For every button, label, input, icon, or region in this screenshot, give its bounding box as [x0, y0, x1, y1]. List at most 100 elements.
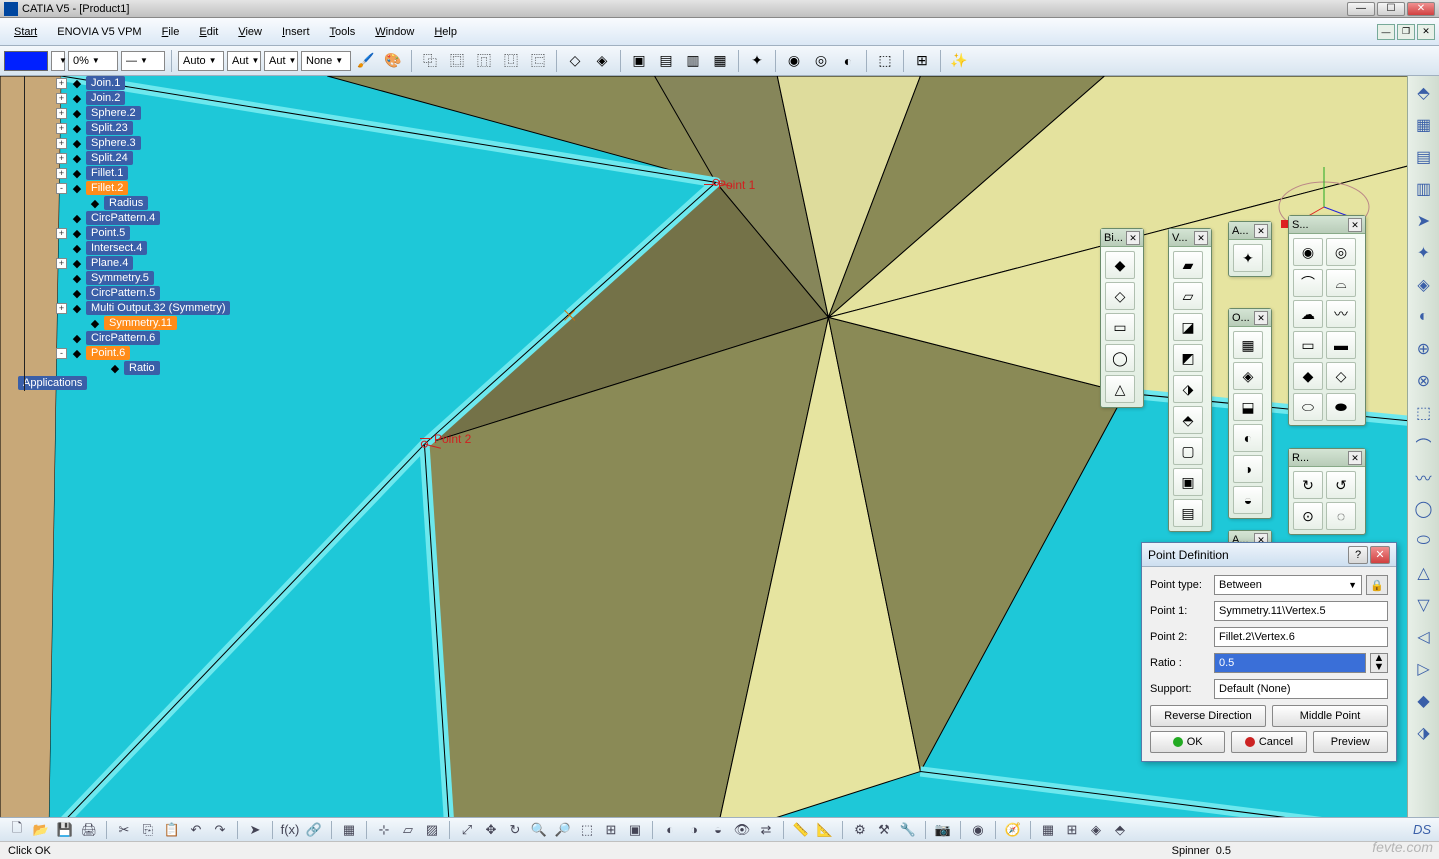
- tree-item-label[interactable]: Sphere.2: [86, 106, 141, 120]
- redo-icon[interactable]: ↷: [209, 820, 231, 840]
- tool-icon[interactable]: ◐: [1411, 304, 1437, 330]
- tree-node[interactable]: ◆Radius: [74, 196, 246, 210]
- cube-icon[interactable]: ▨: [421, 820, 443, 840]
- tree-item-label[interactable]: Plane.4: [86, 256, 133, 270]
- tool-icon[interactable]: ▦: [1411, 112, 1437, 138]
- doc-close-button[interactable]: ✕: [1417, 24, 1435, 40]
- none-dropdown[interactable]: None▼: [301, 51, 351, 71]
- analyze1-icon[interactable]: ⬚: [873, 49, 897, 73]
- tree-expand-icon[interactable]: +: [56, 93, 67, 104]
- tree-item-label[interactable]: Radius: [104, 196, 148, 210]
- point-definition-dialog[interactable]: Point Definition ? ✕ Point type: Between…: [1141, 542, 1397, 762]
- palette-v-close-icon[interactable]: ✕: [1194, 231, 1208, 245]
- brush-icon[interactable]: 🖌️: [354, 49, 378, 73]
- normal-view-icon[interactable]: ⬚: [576, 820, 598, 840]
- menu-file[interactable]: File: [152, 22, 190, 42]
- tool-icon[interactable]: 〰: [1411, 464, 1437, 490]
- palette-btn[interactable]: ⬓: [1233, 393, 1263, 421]
- explode-icon[interactable]: ✦: [745, 49, 769, 73]
- part4-icon[interactable]: ▦: [708, 49, 732, 73]
- pointer-icon[interactable]: ➤: [1411, 208, 1437, 234]
- link-icon[interactable]: 🔗: [303, 820, 325, 840]
- compass-icon[interactable]: 🧭: [1002, 820, 1024, 840]
- tool-icon[interactable]: ▤: [1411, 144, 1437, 170]
- new-icon[interactable]: 🗋: [6, 820, 28, 840]
- palette-s-close-icon[interactable]: ✕: [1348, 218, 1362, 232]
- point-type-select[interactable]: Between▼: [1214, 575, 1362, 595]
- analyze-icon[interactable]: ◈: [1085, 820, 1107, 840]
- tree-expand-icon[interactable]: +: [56, 78, 67, 89]
- palette-r-close-icon[interactable]: ✕: [1348, 451, 1362, 465]
- tree-item-label[interactable]: Fillet.1: [86, 166, 128, 180]
- palette-btn[interactable]: ⌒: [1293, 269, 1323, 297]
- cut-icon[interactable]: ✂: [113, 820, 135, 840]
- weld3-icon[interactable]: 🔧: [897, 820, 919, 840]
- palette-btn[interactable]: 〰: [1326, 300, 1356, 328]
- tree-item-label[interactable]: Join.1: [86, 76, 125, 90]
- palette-btn[interactable]: ⊙: [1293, 502, 1323, 530]
- palette-btn[interactable]: ⬘: [1173, 406, 1203, 434]
- tree-expand-icon[interactable]: +: [56, 168, 67, 179]
- tree-node[interactable]: -◆Point.6: [56, 346, 246, 360]
- paste-icon[interactable]: 📋: [161, 820, 183, 840]
- view1-icon[interactable]: ◉: [782, 49, 806, 73]
- tree-node[interactable]: +◆Sphere.2: [56, 106, 246, 120]
- palette-btn[interactable]: ◆: [1293, 362, 1323, 390]
- zoom-in-icon[interactable]: 🔍: [528, 820, 550, 840]
- palette-btn[interactable]: ⌓: [1326, 269, 1356, 297]
- render-icon[interactable]: ▦: [1037, 820, 1059, 840]
- palette-btn[interactable]: ◌: [1326, 502, 1356, 530]
- assembly1-icon[interactable]: ⿻: [418, 49, 442, 73]
- open-icon[interactable]: 📂: [30, 820, 52, 840]
- palette-btn[interactable]: ▢: [1173, 437, 1203, 465]
- palette-btn[interactable]: ◩: [1173, 344, 1203, 372]
- ok-button[interactable]: OK: [1150, 731, 1225, 753]
- point2-input[interactable]: Fillet.2\Vertex.6: [1214, 627, 1388, 647]
- menu-enovia[interactable]: ENOVIA V5 VPM: [47, 22, 151, 42]
- palette-btn[interactable]: ▬: [1326, 331, 1356, 359]
- palette-btn[interactable]: ⬬: [1326, 393, 1356, 421]
- tool-icon[interactable]: ▥: [1411, 176, 1437, 202]
- tree-expand-icon[interactable]: +: [56, 153, 67, 164]
- palette-btn[interactable]: ▣: [1173, 468, 1203, 496]
- tree-node[interactable]: ◆CircPattern.5: [56, 286, 246, 300]
- tool-icon[interactable]: ⬗: [1411, 720, 1437, 746]
- dialog-help-button[interactable]: ?: [1348, 546, 1368, 564]
- tool-icon[interactable]: △: [1411, 560, 1437, 586]
- point1-input[interactable]: Symmetry.11\Vertex.5: [1214, 601, 1388, 621]
- fit-icon[interactable]: ⤢: [456, 820, 478, 840]
- menu-view[interactable]: View: [228, 22, 272, 42]
- tool-icon[interactable]: ✦: [1411, 240, 1437, 266]
- weld1-icon[interactable]: ⚙: [849, 820, 871, 840]
- assembly4-icon[interactable]: ⿶: [499, 49, 523, 73]
- plane-icon[interactable]: ▱: [397, 820, 419, 840]
- measure1-icon[interactable]: 📏: [790, 820, 812, 840]
- tool-icon[interactable]: ⊕: [1411, 336, 1437, 362]
- tool-icon[interactable]: ▽: [1411, 592, 1437, 618]
- undo-icon[interactable]: ↶: [185, 820, 207, 840]
- view3-icon[interactable]: ◐: [836, 49, 860, 73]
- support-input[interactable]: Default (None): [1214, 679, 1388, 699]
- tree-item-label[interactable]: Ratio: [124, 361, 160, 375]
- palette-v[interactable]: V...✕ ▰ ▱ ◪ ◩ ⬗ ⬘ ▢ ▣ ▤: [1168, 228, 1212, 532]
- palette-o-close-icon[interactable]: ✕: [1254, 311, 1268, 325]
- middle-point-button[interactable]: Middle Point: [1272, 705, 1388, 727]
- tree-item-label[interactable]: Symmetry.5: [86, 271, 154, 285]
- tree-item-label[interactable]: Split.24: [86, 151, 133, 165]
- palette-btn[interactable]: ◐: [1233, 424, 1263, 452]
- tool-icon[interactable]: ▷: [1411, 656, 1437, 682]
- tool-icon[interactable]: ⊗: [1411, 368, 1437, 394]
- tree-node[interactable]: +◆Plane.4: [56, 256, 246, 270]
- auto2-dropdown[interactable]: Aut▼: [227, 51, 261, 71]
- palette-btn[interactable]: ⬭: [1293, 393, 1323, 421]
- preview-button[interactable]: Preview: [1313, 731, 1388, 753]
- rotate-icon[interactable]: ↻: [504, 820, 526, 840]
- specification-tree[interactable]: +◆Join.1+◆Join.2+◆Sphere.2+◆Split.23+◆Sp…: [16, 76, 246, 391]
- palette-icon[interactable]: 🎨: [381, 49, 405, 73]
- weld2-icon[interactable]: ⚒: [873, 820, 895, 840]
- palette-btn[interactable]: ▤: [1173, 499, 1203, 527]
- tool-icon[interactable]: ⬚: [1411, 400, 1437, 426]
- tree-expand-icon[interactable]: +: [56, 258, 67, 269]
- tree-expand-icon[interactable]: +: [56, 303, 67, 314]
- opacity-dropdown[interactable]: 0%▼: [68, 51, 118, 71]
